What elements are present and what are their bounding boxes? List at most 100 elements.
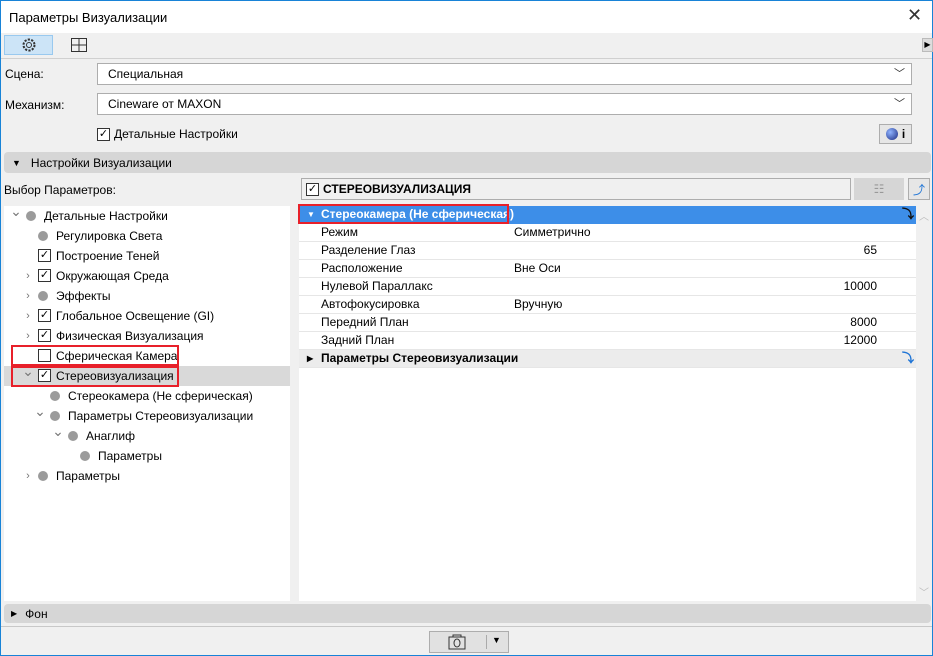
window-title: Параметры Визуализации: [9, 10, 168, 25]
highlight-box: [11, 345, 179, 366]
list-tree-icon: ☷: [873, 182, 885, 196]
detailed-settings-checkbox[interactable]: ✓ Детальные Настройки: [97, 127, 238, 141]
property-row[interactable]: Разделение Глаз 65: [299, 242, 916, 260]
property-name: Режим: [321, 225, 358, 239]
scrollbar[interactable]: ︿ ﹀: [916, 206, 931, 601]
tree-item-label: Детальные Настройки: [44, 209, 168, 223]
render-button[interactable]: ▼: [429, 631, 509, 653]
scene-value: Специальная: [108, 67, 184, 81]
tree-item-label: Окружающая Среда: [56, 269, 169, 283]
item-checkbox[interactable]: ✓: [38, 309, 51, 322]
property-number[interactable]: 65: [864, 242, 877, 259]
title-bar: Параметры Визуализации ✕: [1, 1, 932, 33]
tree-item-label: Параметры: [98, 449, 162, 463]
group-header-stereo-params[interactable]: ▶ Параметры Стереовизуализации ⤵: [299, 350, 916, 368]
property-name: Расположение: [321, 261, 403, 275]
status-dot-icon: [68, 431, 78, 441]
tree-item[interactable]: ⌄ Анаглиф: [4, 423, 290, 446]
scroll-down-icon[interactable]: ﹀: [919, 584, 929, 599]
property-number[interactable]: 10000: [844, 278, 877, 295]
cineware-info-button[interactable]: i: [879, 124, 912, 144]
chevron-right-icon[interactable]: ›: [22, 330, 34, 342]
property-value[interactable]: Вне Оси: [514, 260, 561, 277]
tab-layout[interactable]: [61, 35, 97, 55]
tree-item[interactable]: › ✓ Окружающая Среда: [4, 266, 290, 286]
tree-label: Выбор Параметров:: [4, 183, 116, 197]
property-number[interactable]: 12000: [844, 332, 877, 349]
chevron-down-icon: ﹀: [894, 68, 905, 80]
tree-item-label: Параметры Стереовизуализации: [68, 409, 254, 423]
scene-dropdown[interactable]: Специальная ﹀: [97, 63, 912, 85]
tree-item[interactable]: Регулировка Света: [4, 226, 290, 246]
divider: [1, 626, 932, 627]
tree-item[interactable]: Стереокамера (Не сферическая): [4, 386, 290, 406]
panel-header: ✓ СТЕРЕОВИЗУАЛИЗАЦИЯ: [301, 178, 851, 200]
tree-item[interactable]: › ✓ Глобальное Освещение (GI): [4, 306, 290, 326]
chevron-down-icon[interactable]: ⌄: [52, 423, 64, 440]
item-checkbox[interactable]: ✓: [38, 249, 51, 262]
engine-value: Cineware от MAXON: [108, 97, 222, 111]
property-name: Передний План: [321, 315, 409, 329]
property-name: Разделение Глаз: [321, 243, 416, 257]
tree-view-button[interactable]: ☷: [854, 178, 904, 200]
tree-item[interactable]: ⌄ Детальные Настройки: [4, 203, 290, 226]
engine-dropdown[interactable]: Cineware от MAXON ﹀: [97, 93, 912, 115]
detailed-settings-label: Детальные Настройки: [114, 127, 238, 141]
tree-item[interactable]: Параметры: [4, 446, 290, 466]
triangle-right-icon: ▶: [307, 354, 314, 363]
property-row[interactable]: Автофокусировка Вручную: [299, 296, 916, 314]
tree-item[interactable]: ✓ Построение Теней: [4, 246, 290, 266]
tree-item-label: Регулировка Света: [56, 229, 163, 243]
property-row[interactable]: Режим Симметрично: [299, 224, 916, 242]
render-settings-window: Параметры Визуализации ✕ ▶ Сцена: Специа…: [0, 0, 933, 656]
tree-item-label: Параметры: [56, 469, 120, 483]
triangle-right-icon: ▶: [11, 609, 18, 618]
status-dot-icon: [50, 411, 60, 421]
chevron-right-icon[interactable]: ›: [22, 310, 34, 322]
import-icon[interactable]: ⤵: [902, 350, 914, 367]
background-section[interactable]: ▶ Фон: [4, 604, 931, 623]
chevron-right-icon[interactable]: ›: [22, 270, 34, 282]
panel-title: СТЕРЕОВИЗУАЛИЗАЦИЯ: [323, 182, 472, 196]
tree-item-label: Глобальное Освещение (GI): [56, 309, 215, 323]
scroll-up-icon[interactable]: ︿: [919, 208, 929, 223]
property-name: Нулевой Параллакс: [321, 279, 433, 293]
chevron-right-icon[interactable]: ›: [22, 290, 34, 302]
section-title: Фон: [25, 606, 48, 621]
info-label: i: [901, 127, 906, 141]
chevron-down-icon[interactable]: ⌄: [34, 403, 46, 420]
render-settings-section[interactable]: ▼ Настройки Визуализации: [4, 152, 931, 173]
item-checkbox[interactable]: ✓: [38, 329, 51, 342]
status-dot-icon: [80, 451, 90, 461]
status-dot-icon: [38, 231, 48, 241]
panel-enable-checkbox[interactable]: ✓: [306, 182, 319, 196]
status-dot-icon: [50, 391, 60, 401]
close-icon[interactable]: ✕: [907, 5, 922, 26]
property-row[interactable]: Нулевой Параллакс 10000: [299, 278, 916, 296]
property-row[interactable]: Передний План 8000: [299, 314, 916, 332]
property-value[interactable]: Симметрично: [514, 224, 591, 241]
tree-item[interactable]: › Параметры: [4, 466, 290, 486]
expand-arrow-icon[interactable]: ▶: [922, 38, 933, 52]
item-checkbox[interactable]: ✓: [38, 269, 51, 282]
property-name: Автофокусировка: [321, 297, 420, 311]
tree-item-label: Эффекты: [56, 289, 111, 303]
property-row[interactable]: Расположение Вне Оси: [299, 260, 916, 278]
property-name: Задний План: [321, 333, 395, 347]
highlight-box: [298, 204, 509, 224]
export-settings-button[interactable]: ⤴: [908, 178, 930, 200]
property-row[interactable]: Задний План 12000: [299, 332, 916, 350]
tree-item-label: Построение Теней: [56, 249, 160, 263]
tree-item[interactable]: › ✓ Физическая Визуализация: [4, 326, 290, 346]
property-value[interactable]: Вручную: [514, 296, 562, 313]
import-icon[interactable]: ⤵: [902, 206, 914, 223]
parameter-table: ▼ Стереокамера (Не сферическая) ⤵ Режим С…: [299, 206, 916, 601]
property-number[interactable]: 8000: [850, 314, 877, 331]
section-title: Настройки Визуализации: [30, 155, 172, 170]
dropdown-arrow-icon[interactable]: ▼: [492, 635, 501, 645]
tree-item[interactable]: › Эффекты: [4, 286, 290, 306]
tab-settings[interactable]: [4, 35, 53, 55]
chevron-right-icon[interactable]: ›: [22, 470, 34, 482]
tree-item[interactable]: ⌄ Параметры Стереовизуализации: [4, 403, 290, 426]
chevron-down-icon[interactable]: ⌄: [10, 203, 22, 220]
